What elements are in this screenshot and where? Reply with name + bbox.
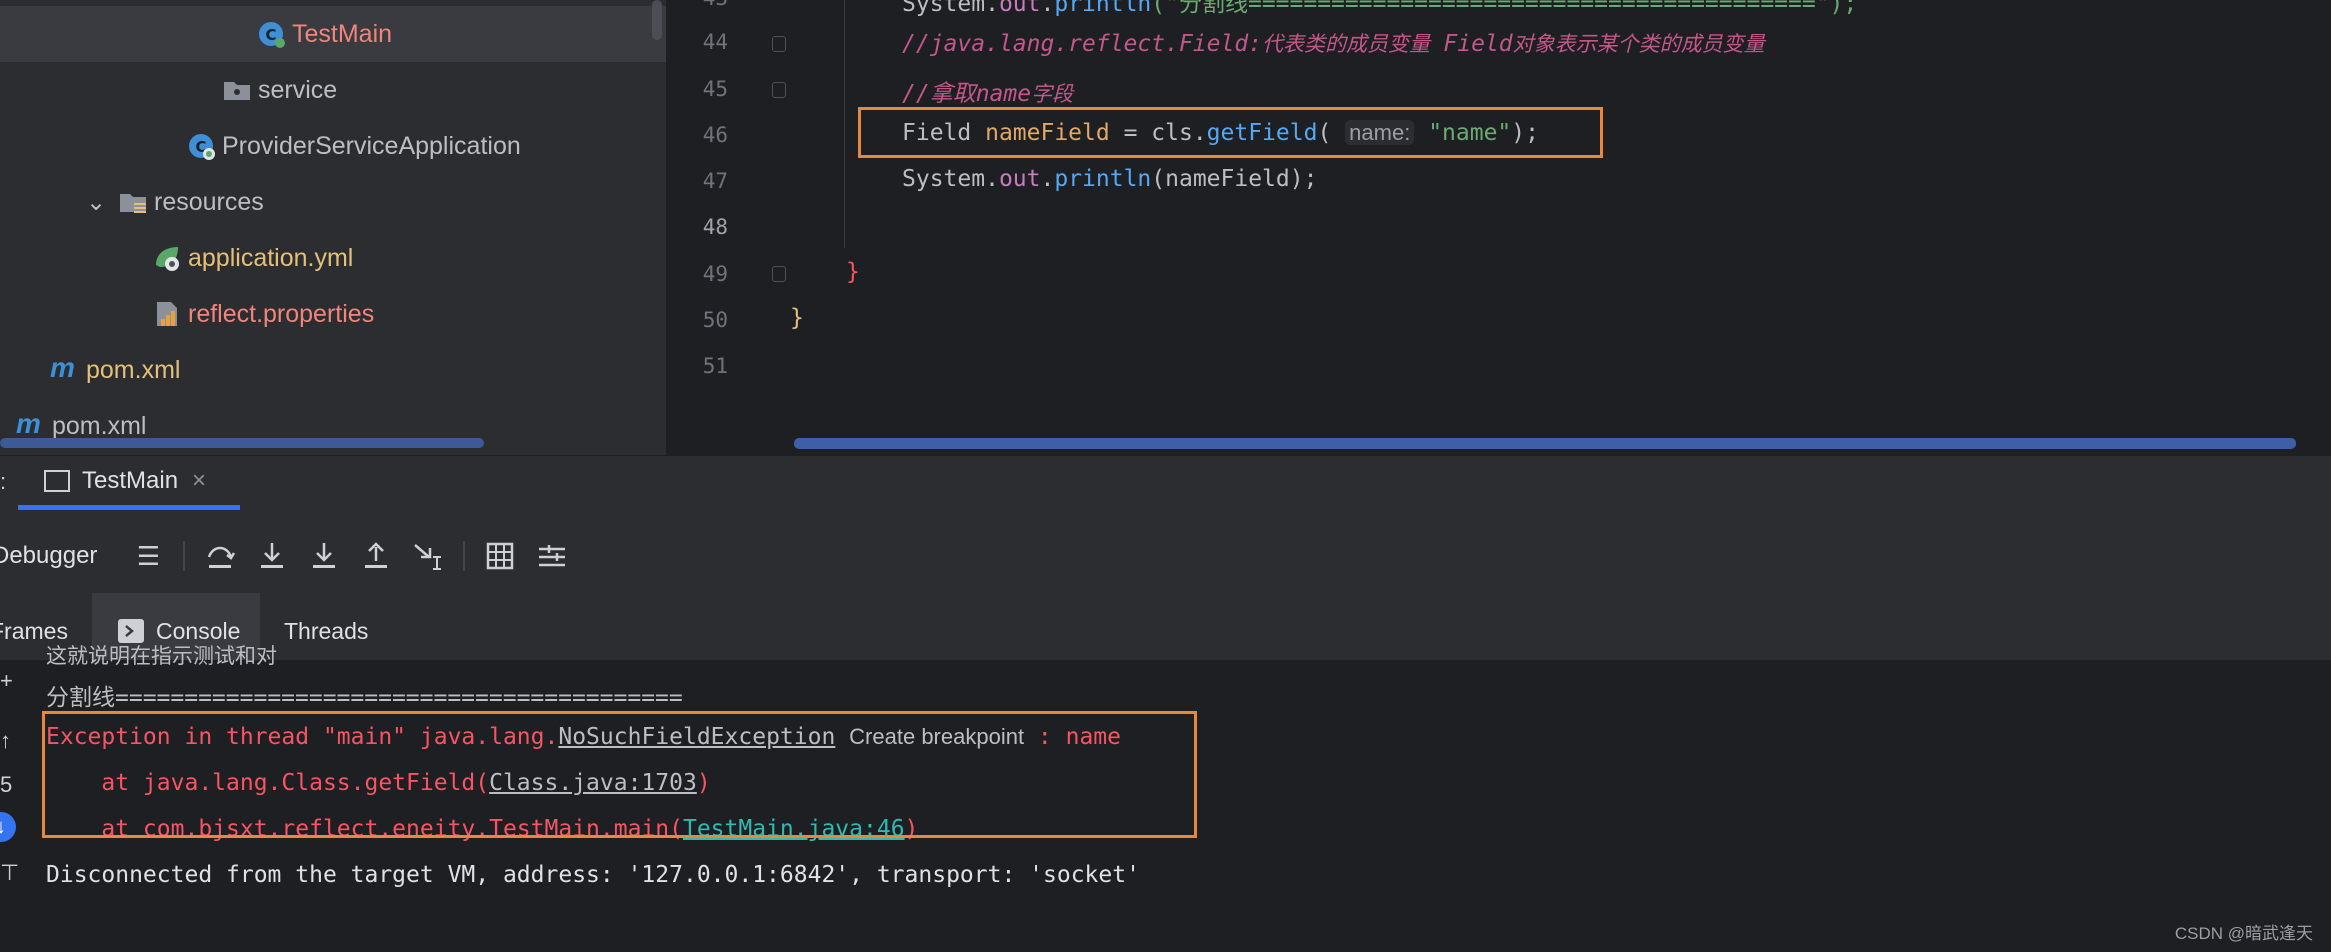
maven-icon: m xyxy=(16,408,41,439)
step-over-icon[interactable] xyxy=(203,539,237,573)
editor-horizontal-scrollbar[interactable] xyxy=(794,438,2296,449)
tree-item-service[interactable]: service xyxy=(0,62,668,118)
line-number-current: 48 xyxy=(702,215,728,239)
code-line-44: //java.lang.reflect.Field:代表类的成员变量 Field… xyxy=(902,31,1765,57)
fold-marker-icon[interactable] xyxy=(772,36,786,52)
tree-item-label: ProviderServiceApplication xyxy=(222,131,521,160)
highlight-box xyxy=(858,107,1603,158)
tree-horizontal-scrollbar[interactable] xyxy=(0,438,484,448)
properties-file-icon xyxy=(152,299,182,329)
code-line-45: //拿取name字段 xyxy=(902,81,1074,107)
code-line-47: System.out.println(nameField); xyxy=(902,166,1318,192)
tree-item-label: pom.xml xyxy=(86,355,181,384)
watermark: CSDN @暗武逢天 xyxy=(2174,924,2313,943)
line-number: 47 xyxy=(702,169,728,193)
console-side-icon[interactable]: 5 xyxy=(0,772,14,798)
console-line: 分割线=====================================… xyxy=(46,685,683,711)
indent-guide xyxy=(844,0,845,248)
tree-item-application-yml[interactable]: application.yml xyxy=(0,230,668,286)
line-number: 49 xyxy=(702,262,728,286)
tree-item-reflect-properties[interactable]: reflect.properties xyxy=(0,286,668,342)
code-editor[interactable]: 43 44 45 46 47 48 49 50 51 System.out.pr… xyxy=(668,0,2331,455)
tree-item-label: TestMain xyxy=(292,19,393,48)
tree-item-label: service xyxy=(258,75,338,104)
tree-item-label: pom.xml xyxy=(52,411,147,440)
tree-vertical-scrollbar[interactable] xyxy=(652,0,662,40)
maven-icon: m xyxy=(50,352,75,383)
highlight-box xyxy=(42,711,1197,838)
tree-item-provider-service-application[interactable]: C ProviderServiceApplication xyxy=(0,118,668,174)
tree-item-label: resources xyxy=(154,187,264,216)
tree-item-pom-xml[interactable]: m pom.xml xyxy=(0,342,668,398)
code-line-49: } xyxy=(846,259,860,285)
step-into-icon[interactable] xyxy=(255,539,289,573)
line-number: 45 xyxy=(702,77,728,101)
window-icon xyxy=(44,470,70,492)
tree-item-label: reflect.properties xyxy=(188,299,375,328)
java-class-icon: C xyxy=(256,19,286,49)
package-folder-icon xyxy=(222,75,252,105)
line-number: 51 xyxy=(702,354,728,378)
step-out-icon[interactable] xyxy=(359,539,393,573)
debug-tab-bar xyxy=(0,455,2331,512)
console-line: Disconnected from the target VM, address… xyxy=(46,862,1140,888)
debugger-toolbar: Debugger ☰ xyxy=(0,531,587,581)
debug-tool-window: : TestMain × Debugger ☰ Fram xyxy=(0,455,2331,952)
fold-marker-icon[interactable] xyxy=(772,266,786,282)
line-number: 44 xyxy=(702,30,728,54)
active-tab-indicator xyxy=(18,505,240,510)
tree-item-testmain[interactable]: C TestMain xyxy=(0,6,668,62)
console-side-icon[interactable]: ↑ xyxy=(0,728,14,754)
tree-item-resources[interactable]: ⌄ resources xyxy=(0,174,668,230)
console-side-icon[interactable]: + xyxy=(0,668,14,694)
toolbar-separator xyxy=(463,541,466,571)
close-icon[interactable]: × xyxy=(192,467,206,495)
tab-threads[interactable]: Threads xyxy=(284,595,368,667)
code-line-43: System.out.println("分割线=================… xyxy=(902,0,1858,17)
line-number: 43 xyxy=(678,0,728,10)
tab-testmain[interactable]: TestMain × xyxy=(18,455,240,507)
line-number: 46 xyxy=(702,123,728,147)
editor-gutter: 43 44 45 46 47 48 49 50 51 xyxy=(668,0,778,455)
resources-folder-icon xyxy=(118,187,148,217)
force-step-into-icon[interactable] xyxy=(307,539,341,573)
menu-icon[interactable]: ☰ xyxy=(131,539,165,573)
spring-boot-class-icon: C xyxy=(186,131,216,161)
chevron-down-icon[interactable]: ⌄ xyxy=(86,188,110,217)
toolbar-separator xyxy=(183,541,186,571)
svg-text:C: C xyxy=(265,26,276,44)
line-number: 50 xyxy=(702,308,728,332)
tab-label: TestMain xyxy=(82,467,179,494)
debugger-label: Debugger xyxy=(0,542,98,569)
project-tree: C TestMain service C ProviderServiceAppl… xyxy=(0,0,668,455)
spring-config-icon xyxy=(152,243,182,273)
evaluate-expression-icon[interactable] xyxy=(483,539,517,573)
console-line: 这就说明在指示测试和对 xyxy=(46,644,277,668)
more-icon[interactable]: : xyxy=(0,469,6,495)
console-output[interactable]: + ↑ 5 ↓ ⊤ 这就说明在指示测试和对 分割线===============… xyxy=(0,644,2331,952)
scroll-to-end-icon[interactable]: ↓ xyxy=(0,812,16,842)
print-icon[interactable]: ⊤ xyxy=(0,860,19,886)
run-to-cursor-icon[interactable] xyxy=(411,539,445,573)
trace-current-stream-icon[interactable] xyxy=(535,539,569,573)
fold-marker-icon[interactable] xyxy=(772,82,786,98)
code-line-50: } xyxy=(790,305,804,331)
tree-item-label: application.yml xyxy=(188,243,354,272)
